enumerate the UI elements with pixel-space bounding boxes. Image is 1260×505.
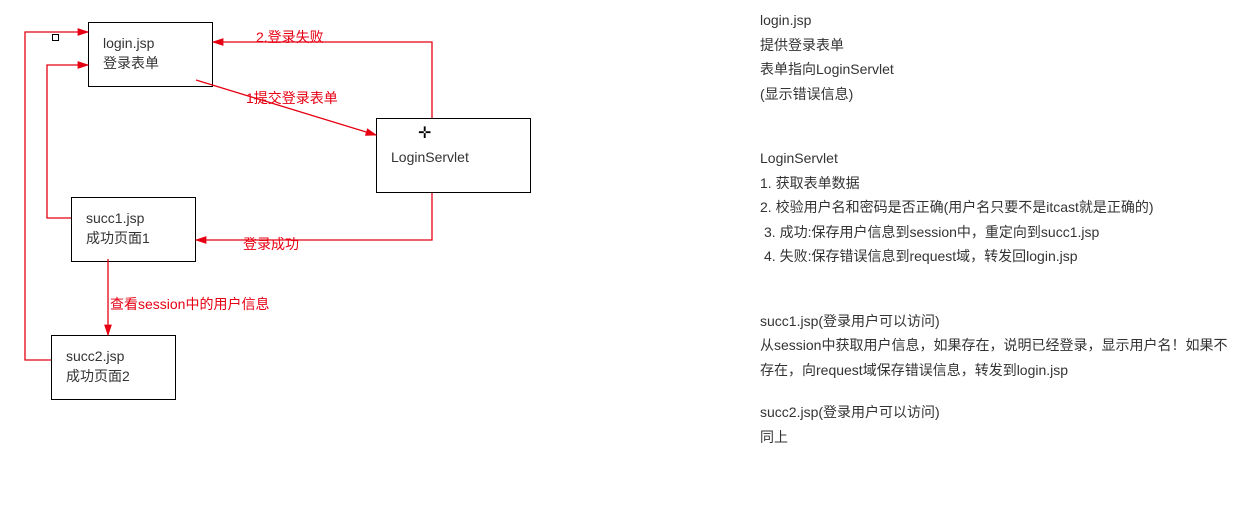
- desc-succ1: succ1.jsp(登录用户可以访问) 从session中获取用户信息，如果存在…: [760, 309, 1230, 383]
- node-title: succ2.jsp: [66, 346, 161, 366]
- edge-label-session: 查看session中的用户信息: [110, 294, 269, 314]
- desc-heading: succ1.jsp(登录用户可以访问): [760, 309, 1230, 334]
- node-subtitle: 成功页面1: [86, 228, 181, 248]
- desc-line: 4. 失败:保存错误信息到request域，转发回login.jsp: [760, 244, 1230, 269]
- edge-label-submit: 1提交登录表单: [246, 88, 338, 108]
- node-loginservlet: LoginServlet: [376, 118, 531, 193]
- node-title: LoginServlet: [391, 147, 516, 167]
- node-subtitle: 登录表单: [103, 53, 198, 73]
- description-column: login.jsp 提供登录表单 表单指向LoginServlet (显示错误信…: [760, 8, 1230, 477]
- desc-line: 表单指向LoginServlet: [760, 57, 1230, 82]
- desc-heading: succ2.jsp(登录用户可以访问): [760, 400, 1230, 425]
- desc-heading: LoginServlet: [760, 146, 1230, 171]
- node-subtitle: 成功页面2: [66, 366, 161, 386]
- desc-login: login.jsp 提供登录表单 表单指向LoginServlet (显示错误信…: [760, 8, 1230, 106]
- desc-line: 2. 校验用户名和密码是否正确(用户名只要不是itcast就是正确的): [760, 195, 1230, 220]
- desc-line: 3. 成功:保存用户信息到session中，重定向到succ1.jsp: [760, 220, 1230, 245]
- node-login: login.jsp 登录表单: [88, 22, 213, 87]
- desc-line: 从session中获取用户信息，如果存在，说明已经登录，显示用户名！如果不存在，…: [760, 333, 1230, 382]
- desc-line: 1. 获取表单数据: [760, 171, 1230, 196]
- selection-handle: [52, 34, 59, 41]
- desc-loginservlet: LoginServlet 1. 获取表单数据 2. 校验用户名和密码是否正确(用…: [760, 146, 1230, 269]
- desc-line: 同上: [760, 425, 1230, 450]
- desc-heading: login.jsp: [760, 8, 1230, 33]
- edge-label-fail: 2.登录失败: [256, 27, 324, 47]
- node-title: succ1.jsp: [86, 208, 181, 228]
- desc-succ2: succ2.jsp(登录用户可以访问) 同上: [760, 400, 1230, 449]
- diagram-canvas: login.jsp 登录表单 LoginServlet ✛ succ1.jsp …: [0, 0, 1260, 505]
- desc-line: 提供登录表单: [760, 33, 1230, 58]
- node-title: login.jsp: [103, 33, 198, 53]
- node-succ2: succ2.jsp 成功页面2: [51, 335, 176, 400]
- crosshair-icon: ✛: [418, 126, 431, 142]
- desc-line: (显示错误信息): [760, 82, 1230, 107]
- node-succ1: succ1.jsp 成功页面1: [71, 197, 196, 262]
- edge-label-success: 登录成功: [243, 234, 299, 254]
